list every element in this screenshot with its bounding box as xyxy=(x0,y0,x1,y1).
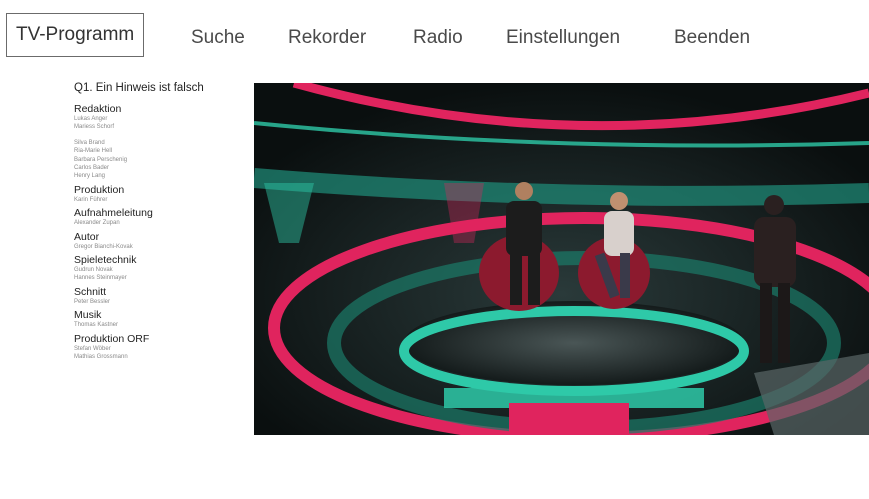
credit-heading: Produktion xyxy=(74,183,125,196)
credit-heading: Aufnahmeleitung xyxy=(74,207,153,220)
credit-section: Redaktion Lukas Anger Mariess Schorf xyxy=(74,103,250,132)
credit-heading: Musik xyxy=(74,309,102,322)
credit-name: Lukas Anger xyxy=(74,116,108,122)
credit-heading: Spieletechnik xyxy=(74,254,137,267)
credit-section: Produktion ORF Stefan Wöber Mathias Grossm… xyxy=(74,333,250,362)
app-root: TV-Programm Suche Rekorder Radio Einstel… xyxy=(0,0,869,499)
nav-tab-suche[interactable]: Suche xyxy=(191,28,245,47)
credit-name: Ria-Marie Hell xyxy=(74,148,113,155)
credit-heading: Autor xyxy=(74,230,100,243)
video-player[interactable] xyxy=(254,83,869,435)
credit-name: Karin Führer xyxy=(74,196,108,203)
credit-sections: Redaktion Lukas Anger Mariess Schorf Silva … xyxy=(74,103,250,362)
credit-section: Musik Thomas Kastner xyxy=(74,309,250,329)
credit-heading: Schnitt xyxy=(74,285,107,298)
credit-section: Autor Gregor Bianchi-Kovak xyxy=(74,231,250,251)
credit-section: Silva Brand Ria-Marie Hell Barbara Persche… xyxy=(74,135,250,181)
credit-heading: Produktion ORF xyxy=(74,332,150,345)
credit-name: Mathias Grossmann xyxy=(74,354,128,361)
credit-name: Gudrun Novak xyxy=(74,267,113,274)
credit-section: Produktion Karin Führer xyxy=(74,184,250,204)
nav-tab-rekorder[interactable]: Rekorder xyxy=(288,28,366,47)
nav-tab-tv-programm[interactable]: TV-Programm xyxy=(6,13,145,57)
nav-tab-beenden[interactable]: Beenden xyxy=(674,28,750,47)
credit-section: Spieletechnik Gudrun Novak Hannes Steinmay… xyxy=(74,254,250,283)
nav-tab-radio[interactable]: Radio xyxy=(413,28,463,47)
credit-name: Peter Bessler xyxy=(74,298,111,305)
program-title: Q1. Ein Hinweis ist falsch xyxy=(74,82,204,94)
credit-section: Aufnahmeleitung Alexander Zupan xyxy=(74,207,250,227)
credits-panel: Q1. Ein Hinweis ist falsch Redaktion Luka… xyxy=(74,82,250,365)
credit-name: Carlos Bader xyxy=(74,165,110,172)
nav-tab-einstellungen[interactable]: Einstellungen xyxy=(506,28,620,47)
credit-heading: Redaktion xyxy=(74,103,122,115)
credit-name: Henry Lang xyxy=(74,173,106,180)
credit-name: Hannes Steinmayer xyxy=(74,275,127,282)
credit-name: Thomas Kastner xyxy=(74,322,119,329)
credit-name: Mariess Schorf xyxy=(74,124,115,131)
top-navigation: TV-Programm Suche Rekorder Radio Einstel… xyxy=(0,0,869,72)
credit-name: Stefan Wöber xyxy=(74,345,111,352)
credit-section: Schnitt Peter Bessler xyxy=(74,286,250,306)
credit-name: Gregor Bianchi-Kovak xyxy=(74,243,133,250)
studio-scene-image xyxy=(254,83,869,435)
credit-name: Alexander Zupan xyxy=(74,220,120,227)
credit-name: Barbara Perschenig xyxy=(74,156,128,163)
credit-name: Silva Brand xyxy=(74,139,105,146)
